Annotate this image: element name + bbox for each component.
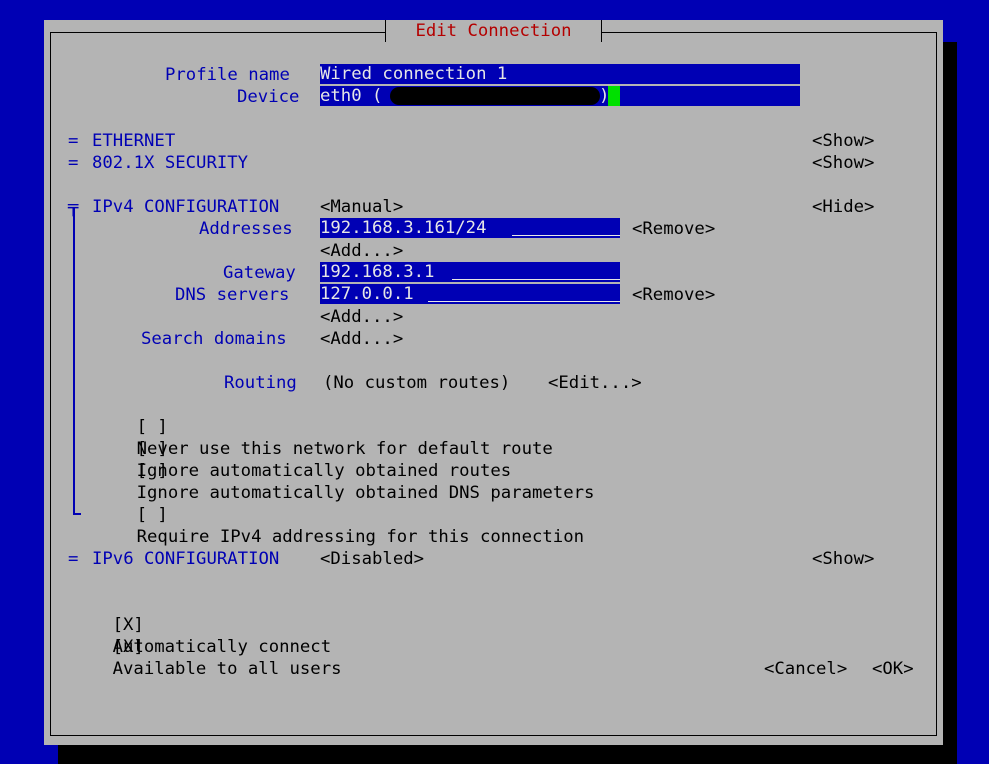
security-section-title: 802.1X SECURITY xyxy=(92,153,249,173)
ethernet-show-button[interactable]: <Show> xyxy=(812,130,874,152)
checkbox-label: Available to all users xyxy=(112,659,342,679)
checkbox-box: [ ] xyxy=(136,505,168,525)
device-value-prefix: eth0 ( xyxy=(320,86,383,106)
gateway-label: Gateway xyxy=(223,263,296,283)
dns-value: 127.0.0.1 xyxy=(320,284,414,304)
ipv4-bracket-end xyxy=(73,513,81,515)
dns-field-underline xyxy=(428,301,620,302)
address-remove-button[interactable]: <Remove> xyxy=(632,218,715,240)
ipv6-section-title: IPv6 CONFIGURATION xyxy=(92,549,280,569)
addresses-label: Addresses xyxy=(199,219,293,239)
address-field-underline xyxy=(512,235,620,236)
checkbox-box: [ ] xyxy=(136,461,168,481)
profile-name-input[interactable]: Wired connection 1 xyxy=(320,64,800,84)
ethernet-marker: = xyxy=(68,131,79,151)
gateway-value: 192.168.3.1 xyxy=(320,262,435,282)
ipv6-marker: = xyxy=(68,549,79,569)
device-label: Device xyxy=(237,87,300,107)
ipv6-method-dropdown[interactable]: <Disabled> xyxy=(320,548,424,570)
ipv6-show-button[interactable]: <Show> xyxy=(812,548,874,570)
ipv4-hide-button[interactable]: <Hide> xyxy=(812,196,874,218)
device-input[interactable]: eth0 ( ) xyxy=(320,86,800,106)
address-add-button[interactable]: <Add...> xyxy=(320,240,403,262)
redacted-mac-address xyxy=(390,87,600,105)
profile-name-value: Wired connection 1 xyxy=(320,64,508,84)
dns-remove-button[interactable]: <Remove> xyxy=(632,284,715,306)
ok-button[interactable]: <OK> xyxy=(872,658,914,680)
edit-connection-dialog: Edit Connection Profile name Wired conne… xyxy=(44,20,943,745)
gateway-input[interactable]: 192.168.3.1 xyxy=(320,262,620,282)
search-domains-label: Search domains xyxy=(141,329,287,349)
dns-input[interactable]: 127.0.0.1 xyxy=(320,284,620,304)
address-value: 192.168.3.161/24 xyxy=(320,218,487,238)
ipv4-bracket-line xyxy=(73,208,75,514)
checkbox-label: Require IPv4 addressing for this connect… xyxy=(136,527,585,547)
search-domains-add-button[interactable]: <Add...> xyxy=(320,328,403,350)
text-cursor xyxy=(608,86,620,106)
dns-servers-label: DNS servers xyxy=(175,285,290,305)
routing-edit-button[interactable]: <Edit...> xyxy=(548,372,642,394)
gateway-field-underline xyxy=(452,279,620,280)
dialog-title-box: Edit Connection xyxy=(385,20,602,42)
ipv4-section-title: IPv4 CONFIGURATION xyxy=(92,197,280,217)
checkbox-box: [X] xyxy=(112,637,144,657)
routing-value: (No custom routes) xyxy=(323,373,511,393)
address-input[interactable]: 192.168.3.161/24 xyxy=(320,218,620,238)
checkbox-all-users[interactable]: [X] Available to all users xyxy=(71,614,342,702)
security-marker: = xyxy=(68,153,79,173)
dialog-title: Edit Connection xyxy=(415,21,572,41)
dns-add-button[interactable]: <Add...> xyxy=(320,306,403,328)
profile-name-label: Profile name xyxy=(165,65,290,85)
cancel-button[interactable]: <Cancel> xyxy=(764,658,847,680)
security-show-button[interactable]: <Show> xyxy=(812,152,874,174)
ipv4-method-dropdown[interactable]: <Manual> xyxy=(320,196,403,218)
routing-label: Routing xyxy=(224,373,297,393)
ethernet-section-title: ETHERNET xyxy=(92,131,176,151)
